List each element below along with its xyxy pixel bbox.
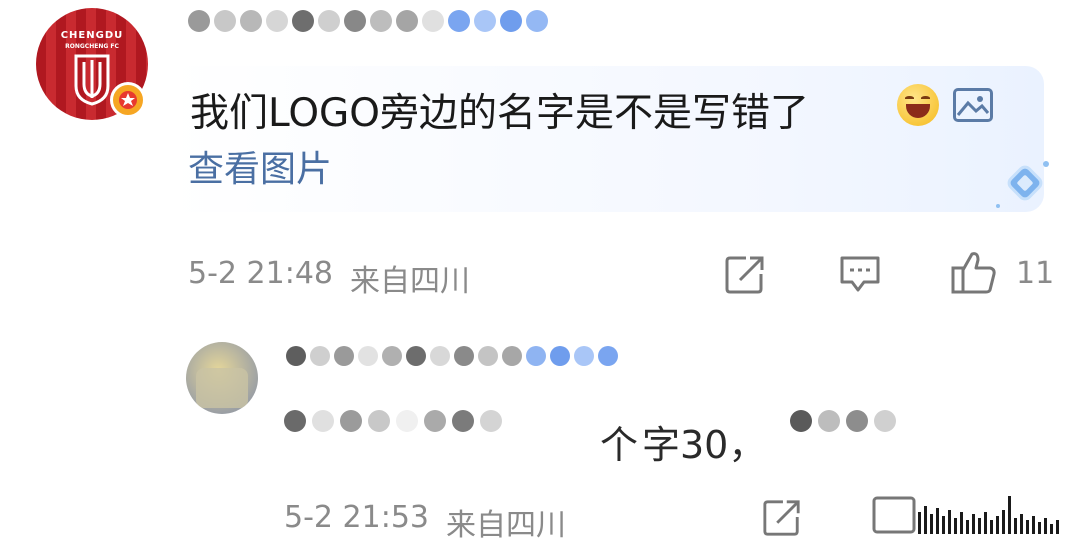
reply-text-blurred xyxy=(284,410,502,432)
reply-name-blurred[interactable] xyxy=(286,346,618,366)
watermark-bars xyxy=(868,494,1068,538)
reply-fragment-2: 字30， xyxy=(642,423,767,467)
logo-line-1: CHENGDU xyxy=(60,30,124,41)
reply-fragment-1: 个 xyxy=(600,423,639,467)
commenter-name-blurred[interactable] xyxy=(188,10,548,32)
diamond-badge-icon xyxy=(996,161,1049,208)
like-icon[interactable] xyxy=(950,250,998,296)
like-count: 11 xyxy=(1016,256,1055,291)
image-icon[interactable] xyxy=(953,88,993,122)
share-icon[interactable] xyxy=(724,254,766,296)
view-image-link[interactable]: 查看图片 xyxy=(188,140,332,192)
logo-line-2: RONGCHENG FC xyxy=(65,43,119,50)
comment-timestamp: 5-2 21:48 xyxy=(188,256,333,291)
comment-location: 来自四川 xyxy=(350,264,470,299)
reply-location: 来自四川 xyxy=(446,508,566,543)
star-badge-icon xyxy=(110,82,146,118)
laughing-emoji-icon xyxy=(897,84,939,126)
reply-timestamp: 5-2 21:53 xyxy=(284,500,429,535)
reply-share-icon[interactable] xyxy=(762,498,802,538)
comment-icon[interactable] xyxy=(838,254,882,294)
club-crest-icon xyxy=(74,54,110,106)
reply-avatar[interactable] xyxy=(186,342,258,414)
comment-text: 我们LOGO旁边的名字是不是写错了 xyxy=(190,91,809,136)
reply-text-blurred-end xyxy=(790,410,896,432)
